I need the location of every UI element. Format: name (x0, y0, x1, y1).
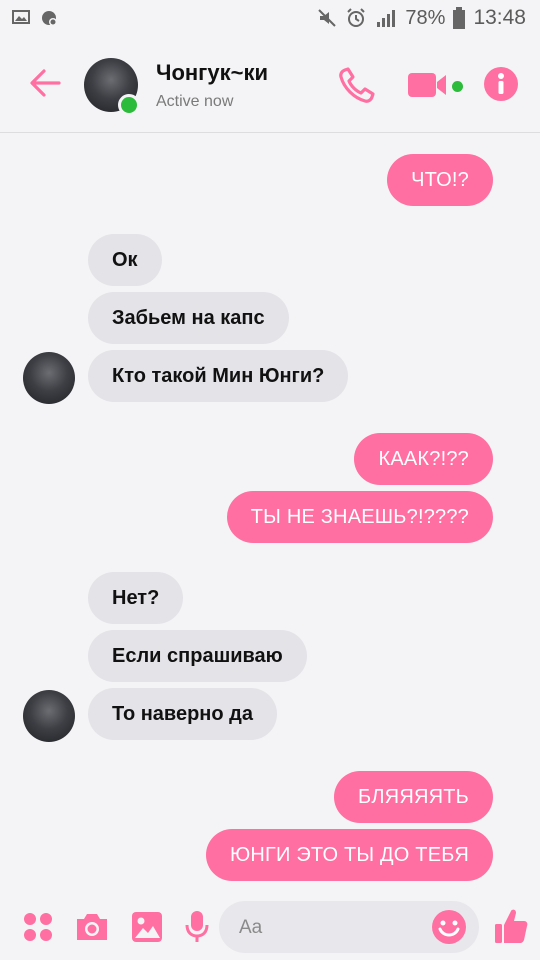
message-incoming[interactable]: Забьем на капс (88, 292, 289, 344)
back-arrow-icon[interactable] (28, 66, 62, 100)
message-outgoing[interactable]: ТЫ НЕ ЗНАЕШЬ?!???? (226, 491, 493, 543)
message-input-container[interactable] (219, 901, 479, 953)
message-list[interactable]: ЧТО!? Ок Забьем на капс Кто такой Мин Юн… (0, 133, 540, 893)
sender-avatar[interactable] (23, 352, 75, 404)
status-bar: 78% 13:48 (0, 0, 540, 36)
message-incoming[interactable]: Нет? (88, 572, 184, 624)
online-indicator (118, 94, 140, 116)
clock: 13:48 (473, 6, 526, 29)
signal-icon (377, 10, 396, 27)
battery-icon (453, 7, 466, 29)
contact-name[interactable]: Чонгук~ки (156, 60, 268, 86)
message-incoming[interactable]: Ок (88, 234, 162, 286)
composer-bar (0, 893, 540, 960)
message-incoming[interactable]: Если спрашиваю (88, 630, 307, 682)
microphone-icon[interactable] (185, 910, 209, 944)
message-incoming[interactable]: Кто такой Мин Юнги? (88, 350, 349, 402)
video-active-indicator (452, 81, 463, 92)
phone-icon[interactable] (336, 66, 376, 106)
battery-percent: 78% (405, 6, 446, 29)
gallery-icon[interactable] (131, 911, 163, 943)
camera-icon[interactable] (74, 911, 110, 943)
like-icon[interactable] (494, 907, 528, 945)
message-outgoing[interactable]: КААК?!?? (354, 433, 493, 485)
picture-icon (12, 10, 30, 24)
message-outgoing[interactable]: ЮНГИ ЭТО ТЫ ДО ТЕБЯ (205, 829, 493, 881)
status-left-icons (12, 9, 58, 27)
emoji-icon[interactable] (431, 909, 467, 945)
chat-header: Чонгук~ки Active now (0, 36, 540, 133)
message-outgoing[interactable]: БЛЯЯЯЯТЬ (334, 771, 493, 823)
status-right: 78% 13:48 (317, 6, 526, 30)
notification-icon (42, 11, 57, 26)
contact-status: Active now (156, 93, 234, 110)
mute-icon (318, 9, 337, 27)
message-input[interactable] (237, 913, 421, 943)
video-icon[interactable] (406, 70, 454, 100)
message-incoming[interactable]: То наверно да (88, 688, 277, 740)
sender-avatar[interactable] (23, 690, 75, 742)
apps-icon[interactable] (22, 911, 54, 943)
info-icon[interactable] (483, 66, 519, 102)
message-outgoing[interactable]: ЧТО!? (387, 154, 493, 206)
alarm-icon (347, 8, 366, 27)
